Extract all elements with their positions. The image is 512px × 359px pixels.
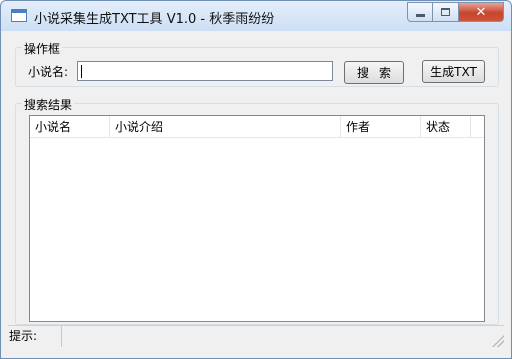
app-icon [11, 9, 27, 22]
operation-legend: 操作框 [22, 40, 63, 57]
minimize-button[interactable] [407, 2, 433, 22]
maximize-icon [441, 8, 450, 16]
resize-grip-icon[interactable] [492, 335, 504, 347]
close-button[interactable]: ✕ [459, 2, 504, 22]
search-button[interactable]: 搜索 [344, 61, 404, 84]
results-list[interactable]: 小说名 小说介绍 作者 状态 [29, 115, 485, 322]
generate-txt-button[interactable]: 生成TXT [422, 60, 485, 83]
close-icon: ✕ [475, 4, 487, 20]
column-header-author[interactable]: 作者 [341, 116, 421, 138]
title-bar[interactable]: 小说采集生成TXT工具 V1.0 - 秋季雨纷纷 ✕ [1, 1, 511, 31]
window-title: 小说采集生成TXT工具 V1.0 - 秋季雨纷纷 [34, 12, 275, 27]
list-header: 小说名 小说介绍 作者 状态 [30, 116, 484, 138]
status-label: 提示: [8, 326, 62, 347]
results-legend: 搜索结果 [22, 96, 75, 113]
client-area: 操作框 小说名: 搜索 生成TXT 搜索结果 小说名 小说介绍 作者 状态 提示… [8, 31, 504, 353]
column-header-novel-name[interactable]: 小说名 [30, 116, 110, 138]
minimize-icon [415, 13, 425, 17]
novel-name-input[interactable] [77, 61, 333, 81]
maximize-button[interactable] [433, 2, 459, 22]
app-window: 小说采集生成TXT工具 V1.0 - 秋季雨纷纷 ✕ 操作框 小说名: 搜索 生… [0, 0, 512, 359]
column-header-filler [471, 116, 484, 138]
text-caret [81, 65, 82, 78]
column-header-intro[interactable]: 小说介绍 [110, 116, 341, 138]
column-header-status[interactable]: 状态 [421, 116, 471, 138]
novel-name-label: 小说名: [28, 65, 69, 79]
caption-buttons: ✕ [407, 2, 504, 22]
status-bar: 提示: [8, 325, 504, 347]
